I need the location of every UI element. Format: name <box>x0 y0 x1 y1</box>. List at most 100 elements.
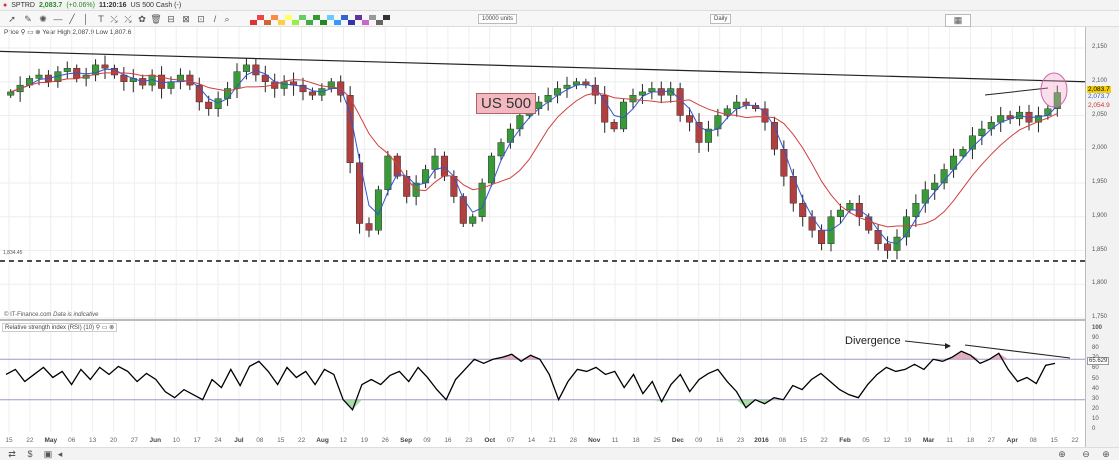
candle-body <box>648 88 656 93</box>
candle-body <box>686 115 694 123</box>
candle-body <box>629 95 637 103</box>
arrow-head-icon <box>945 343 951 349</box>
scroll-left-icon[interactable]: ◂ <box>54 449 66 460</box>
x-tick-label: May <box>44 437 58 444</box>
compare-icon[interactable]: ⇄ <box>6 449 18 460</box>
rsi-tick-label: 30 <box>1092 395 1099 402</box>
rsi-tick-label: 40 <box>1092 385 1099 392</box>
x-tick-label: 11 <box>946 437 953 444</box>
candle-body <box>742 101 750 106</box>
x-tick-label: 23 <box>465 437 473 444</box>
bottom-toolbar: ⇄ $ ▣ ◂ ⊕ ⊖ ⊕ <box>0 447 1119 460</box>
rsi-tick-label: 20 <box>1092 405 1099 412</box>
x-tick-label: 15 <box>1050 437 1058 444</box>
candle-body <box>384 155 392 190</box>
x-tick-label: 2016 <box>754 437 769 444</box>
candle-body <box>450 176 458 197</box>
candle-body <box>695 122 703 143</box>
x-tick-label: 25 <box>653 437 661 444</box>
candle-body <box>393 155 401 177</box>
x-tick-label: 18 <box>632 437 640 444</box>
x-tick-label: Sep <box>400 437 413 444</box>
candle-body <box>186 74 194 86</box>
reset-zoom-icon[interactable]: ⊕ <box>1056 449 1068 460</box>
candle-body <box>365 223 373 231</box>
x-tick-label: 08 <box>1029 437 1037 444</box>
zoom-out-icon[interactable]: ⊖ <box>1080 449 1092 460</box>
x-tick-label: Jul <box>234 437 244 444</box>
x-tick-label: 22 <box>820 437 828 444</box>
highlight-circle <box>1040 72 1068 108</box>
price-tick-label: 1,900 <box>1092 212 1108 219</box>
price-tick-label: 2,000 <box>1092 145 1108 152</box>
x-tick-label: 23 <box>736 437 745 444</box>
rsi-settings-icon[interactable]: ⚲ ▭ ⊗ <box>96 325 114 331</box>
divergence-arrow <box>904 340 951 347</box>
candle-body <box>469 216 477 224</box>
candle-body <box>535 101 543 109</box>
rsi-label: Relative strength index (RSI) (10) <box>5 325 95 331</box>
candle-body <box>431 155 439 170</box>
x-tick-label: 13 <box>88 437 97 444</box>
candle-body <box>789 176 797 204</box>
candle-body <box>667 88 675 96</box>
x-tick-label: 27 <box>130 437 139 444</box>
price-tag: 2,083.7 <box>1087 86 1111 93</box>
x-tick-label: Mar <box>922 437 935 444</box>
candle-body <box>440 155 448 177</box>
us500-annotation: US 500 <box>476 93 537 114</box>
price-tick-label: 2,050 <box>1092 111 1108 118</box>
price-tag: 2,073.7 <box>1088 93 1110 100</box>
candle-body <box>799 203 807 217</box>
candle-body <box>35 74 43 79</box>
chart-canvas <box>0 27 1086 432</box>
x-tick-label: 16 <box>716 437 724 444</box>
x-tick-label: 26 <box>381 437 389 444</box>
x-tick-label: Apr <box>1006 437 1018 444</box>
short-trendline <box>984 87 1049 96</box>
x-tick-label: 22 <box>298 437 306 444</box>
x-tick-label: 18 <box>966 437 975 444</box>
candle-body <box>214 98 222 109</box>
rsi-tick-label: 90 <box>1092 335 1099 342</box>
x-tick-label: 28 <box>569 437 577 444</box>
rsi-tick-label: 60 <box>1092 365 1099 372</box>
price-tick-label: 1,750 <box>1092 314 1108 320</box>
zoom-in-icon[interactable]: ⊕ <box>1100 449 1112 460</box>
rsi-tick-label: 0 <box>1092 426 1096 432</box>
price-tick-label: 1,800 <box>1092 280 1108 287</box>
x-tick-label: 22 <box>1071 437 1079 444</box>
candle-body <box>308 91 316 96</box>
x-tick-label: 10 <box>172 437 180 444</box>
candle-body <box>422 169 430 184</box>
price-tick-label: 1,950 <box>1092 179 1108 185</box>
x-tick-label: 14 <box>527 437 536 444</box>
x-tick-label: 27 <box>987 437 996 444</box>
candle-body <box>987 122 995 130</box>
candle-body <box>7 91 15 96</box>
x-tick-label: 15 <box>799 437 807 444</box>
export-icon[interactable]: ▣ <box>42 449 54 460</box>
indicator-icon[interactable]: $ <box>24 449 36 459</box>
rsi-value-tag: 65.629 <box>1087 357 1110 365</box>
x-tick-label: Aug <box>316 437 329 444</box>
candle-body <box>167 81 175 89</box>
candle-body <box>101 64 109 69</box>
credit-note: Data is indicative <box>53 312 99 318</box>
candle-body <box>544 95 552 103</box>
candle-body <box>865 216 873 231</box>
x-tick-label: 12 <box>339 437 348 444</box>
price-tick-label: 2,150 <box>1092 44 1108 50</box>
rsi-tick-label: 50 <box>1092 375 1099 382</box>
credit: © IT-Finance.com Data is indicative <box>4 312 98 318</box>
x-tick-label: 06 <box>68 437 76 444</box>
x-tick-label: 09 <box>423 437 431 444</box>
rsi-panel-header: Relative strength index (RSI) (10) ⚲ ▭ ⊗ <box>2 323 118 332</box>
candle-body <box>63 68 71 72</box>
candle-body <box>459 196 467 224</box>
credit-text: © IT-Finance.com <box>4 312 52 318</box>
x-tick-label: 15 <box>5 437 13 444</box>
candle-body <box>205 101 213 109</box>
candle-body <box>780 149 788 177</box>
x-tick-label: 19 <box>904 437 912 444</box>
